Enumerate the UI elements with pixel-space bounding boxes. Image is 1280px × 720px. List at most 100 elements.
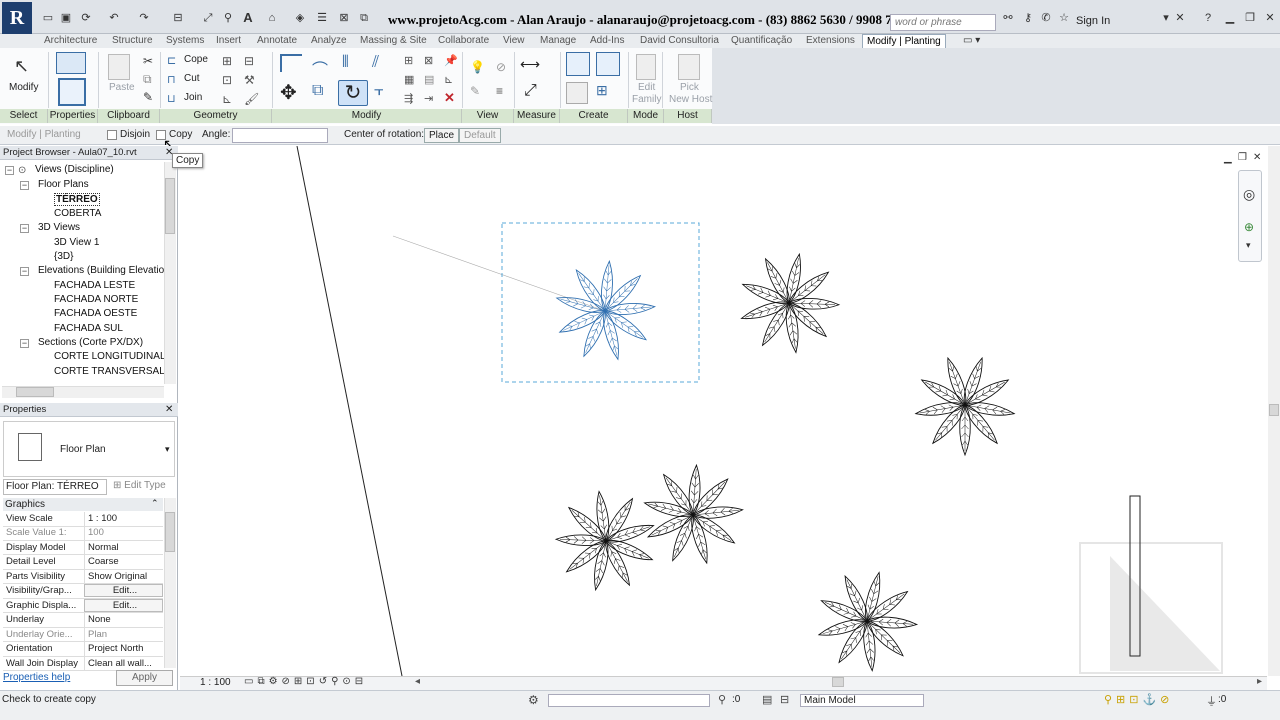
exchange-apps-icon[interactable]: ✕ bbox=[1172, 11, 1188, 25]
view-minimize-icon[interactable]: ▁ bbox=[1224, 153, 1232, 164]
tab-annotate[interactable]: Annotate bbox=[257, 34, 297, 48]
type-selector-dropdown-icon[interactable]: ▾ bbox=[165, 444, 170, 455]
tree-item-corte-longitudinal[interactable]: CORTE LONGITUDINAL 1 bbox=[54, 351, 173, 362]
tree-item-terreo[interactable]: TÉRREO bbox=[54, 193, 100, 206]
browser-scroll-thumb[interactable] bbox=[165, 178, 175, 234]
graphic-display-edit-button[interactable]: Edit... bbox=[84, 598, 163, 612]
tree-item-elevations[interactable]: Elevations (Building Elevation bbox=[38, 265, 170, 276]
binoculars-icon[interactable]: ⚯ bbox=[1000, 11, 1016, 25]
tree-collapse-icon[interactable]: − bbox=[20, 267, 29, 276]
hide-bulb-icon[interactable]: 💡 bbox=[470, 60, 485, 74]
tree-collapse-icon[interactable]: − bbox=[20, 181, 29, 190]
wall-joins-icon[interactable]: ⊾ bbox=[222, 92, 232, 106]
planting-3[interactable] bbox=[901, 341, 1029, 468]
join-icon[interactable]: ⊔ bbox=[167, 92, 176, 105]
disjoin-checkbox[interactable] bbox=[107, 130, 117, 140]
main-model-selector[interactable]: Main Model bbox=[800, 694, 924, 707]
properties-group-header[interactable]: Graphics bbox=[3, 498, 163, 511]
tree-item-corte-transversal[interactable]: CORTE TRANSVERSAL 1 bbox=[54, 366, 173, 377]
minimize-window-icon[interactable]: ▁ bbox=[1222, 11, 1238, 25]
override-graphics-icon[interactable]: ⊘ bbox=[496, 60, 506, 74]
tree-item-views-root[interactable]: Views (Discipline) bbox=[35, 164, 114, 175]
tree-item-3d-default[interactable]: {3D} bbox=[54, 251, 73, 262]
angle-input[interactable] bbox=[232, 128, 328, 143]
redo-icon[interactable]: ↷ bbox=[136, 11, 152, 25]
instance-filter-select[interactable]: Floor Plan: TÉRREO bbox=[3, 479, 107, 495]
remove-paint-icon[interactable]: 🖌 bbox=[244, 92, 259, 106]
worksets-icon[interactable]: ⚙ bbox=[528, 693, 539, 707]
tree-item-fachada-leste[interactable]: FACHADA LESTE bbox=[54, 280, 135, 291]
tree-item-fachada-oeste[interactable]: FACHADA OESTE bbox=[54, 308, 137, 319]
properties-scroll-thumb[interactable] bbox=[165, 512, 175, 552]
tree-item-3d-views[interactable]: 3D Views bbox=[38, 222, 80, 233]
dimension-qat-icon[interactable]: ⤢ bbox=[200, 11, 216, 25]
modify-cursor-icon[interactable]: ↖ bbox=[14, 56, 29, 77]
tab-structure[interactable]: Structure bbox=[112, 34, 153, 48]
view-close-icon[interactable]: ✕ bbox=[1253, 152, 1261, 163]
hscroll-left-icon[interactable]: ◂ bbox=[415, 676, 420, 687]
modify-button[interactable]: Modify bbox=[9, 82, 38, 93]
tab-david-consultoria[interactable]: David Consultoria bbox=[640, 34, 719, 48]
trim-multiple-icon[interactable]: ⇶ bbox=[404, 92, 413, 105]
cut-geometry-icon[interactable]: ⊓ bbox=[167, 73, 176, 86]
place-button[interactable]: Place bbox=[424, 128, 460, 143]
planting-selected[interactable] bbox=[551, 257, 660, 364]
cut-clipboard-icon[interactable]: ✂ bbox=[143, 54, 153, 68]
geometry-tool-icon[interactable]: ⊞ bbox=[222, 54, 232, 68]
text-qat-icon[interactable]: A bbox=[240, 11, 256, 25]
tab-extensions[interactable]: Extensions bbox=[806, 34, 855, 48]
tree-item-fachada-sul[interactable]: FACHADA SUL bbox=[54, 323, 123, 334]
tree-item-coberta[interactable]: COBERTA bbox=[54, 208, 101, 219]
tab-view[interactable]: View bbox=[503, 34, 525, 48]
move-icon[interactable]: ✥ bbox=[280, 80, 297, 105]
linework-icon[interactable]: ✎ bbox=[470, 84, 480, 98]
panel-select-title[interactable]: Select bbox=[0, 109, 48, 123]
canvas-hscroll-thumb[interactable] bbox=[832, 677, 844, 687]
tab-quantificacao[interactable]: Quantificação bbox=[731, 34, 792, 48]
copy-modify-icon[interactable]: ⧉ bbox=[312, 82, 323, 100]
group-collapse-icon[interactable]: ⌃ bbox=[151, 498, 159, 509]
filter-icon[interactable]: ⏚ bbox=[1206, 693, 1217, 709]
measure-between-icon[interactable]: ⟷ bbox=[520, 56, 540, 73]
planting-6[interactable] bbox=[807, 560, 928, 676]
canvas-vscroll-thumb[interactable] bbox=[1269, 404, 1279, 416]
planting-5[interactable] bbox=[640, 462, 747, 568]
trim-single-icon[interactable]: ⇥ bbox=[424, 92, 433, 105]
visibility-graphics-edit-button[interactable]: Edit... bbox=[84, 584, 163, 597]
properties-help-link[interactable]: Properties help bbox=[3, 672, 70, 683]
wall-line[interactable] bbox=[296, 145, 403, 677]
hscroll-right-icon[interactable]: ▸ bbox=[1257, 676, 1262, 687]
thin-lines-view-icon[interactable]: ≡ bbox=[496, 84, 503, 98]
align-icon[interactable] bbox=[280, 54, 302, 72]
tab-analyze[interactable]: Analyze bbox=[311, 34, 347, 48]
help-icon[interactable]: ? bbox=[1200, 11, 1216, 25]
measure-qat-icon[interactable]: ⊟ bbox=[170, 11, 186, 25]
cope-button[interactable]: Cope bbox=[184, 54, 208, 65]
view-control-icons[interactable]: ▭⧉⚙⊘⊞⊡↺⚲⊙⊟ bbox=[244, 676, 367, 687]
tree-item-3d-view-1[interactable]: 3D View 1 bbox=[54, 237, 99, 248]
infocenter-search-input[interactable]: word or phrase bbox=[890, 14, 996, 31]
join-button[interactable]: Join bbox=[184, 92, 202, 103]
offset-icon[interactable]: ⌒ bbox=[312, 56, 328, 80]
design-options-icon[interactable]: ▤ bbox=[762, 693, 772, 706]
thin-lines-icon[interactable]: ☰ bbox=[314, 11, 330, 25]
save-icon[interactable]: ▣ bbox=[58, 11, 74, 25]
array-icon[interactable]: ▦ bbox=[404, 73, 414, 86]
edit-type-button[interactable]: ⊞ Edit Type bbox=[113, 480, 166, 491]
tag-qat-icon[interactable]: ⚲ bbox=[220, 11, 236, 25]
prop-value[interactable]: Show Original bbox=[84, 569, 163, 584]
tab-architecture[interactable]: Architecture bbox=[44, 34, 97, 48]
trim-extend-icon[interactable]: ⫟ bbox=[374, 82, 384, 100]
ribbon-minimize-icon[interactable]: ▭ ▾ bbox=[963, 34, 980, 48]
mirror-axis-icon[interactable]: ⫴ bbox=[342, 54, 349, 72]
restore-window-icon[interactable]: ❐ bbox=[1242, 11, 1258, 25]
app-menu-button[interactable]: R bbox=[2, 2, 32, 34]
view-restore-icon[interactable]: ❐ bbox=[1238, 152, 1247, 163]
create-parts-icon[interactable] bbox=[596, 52, 620, 76]
aligned-dimension-icon[interactable]: ⤢ bbox=[524, 82, 537, 100]
tree-item-floor-plans[interactable]: Floor Plans bbox=[38, 179, 89, 190]
section-qat-icon[interactable]: ◈ bbox=[292, 11, 308, 25]
panel-view-title[interactable]: View bbox=[462, 109, 514, 123]
tab-insert[interactable]: Insert bbox=[216, 34, 241, 48]
planting-4[interactable] bbox=[549, 485, 662, 597]
